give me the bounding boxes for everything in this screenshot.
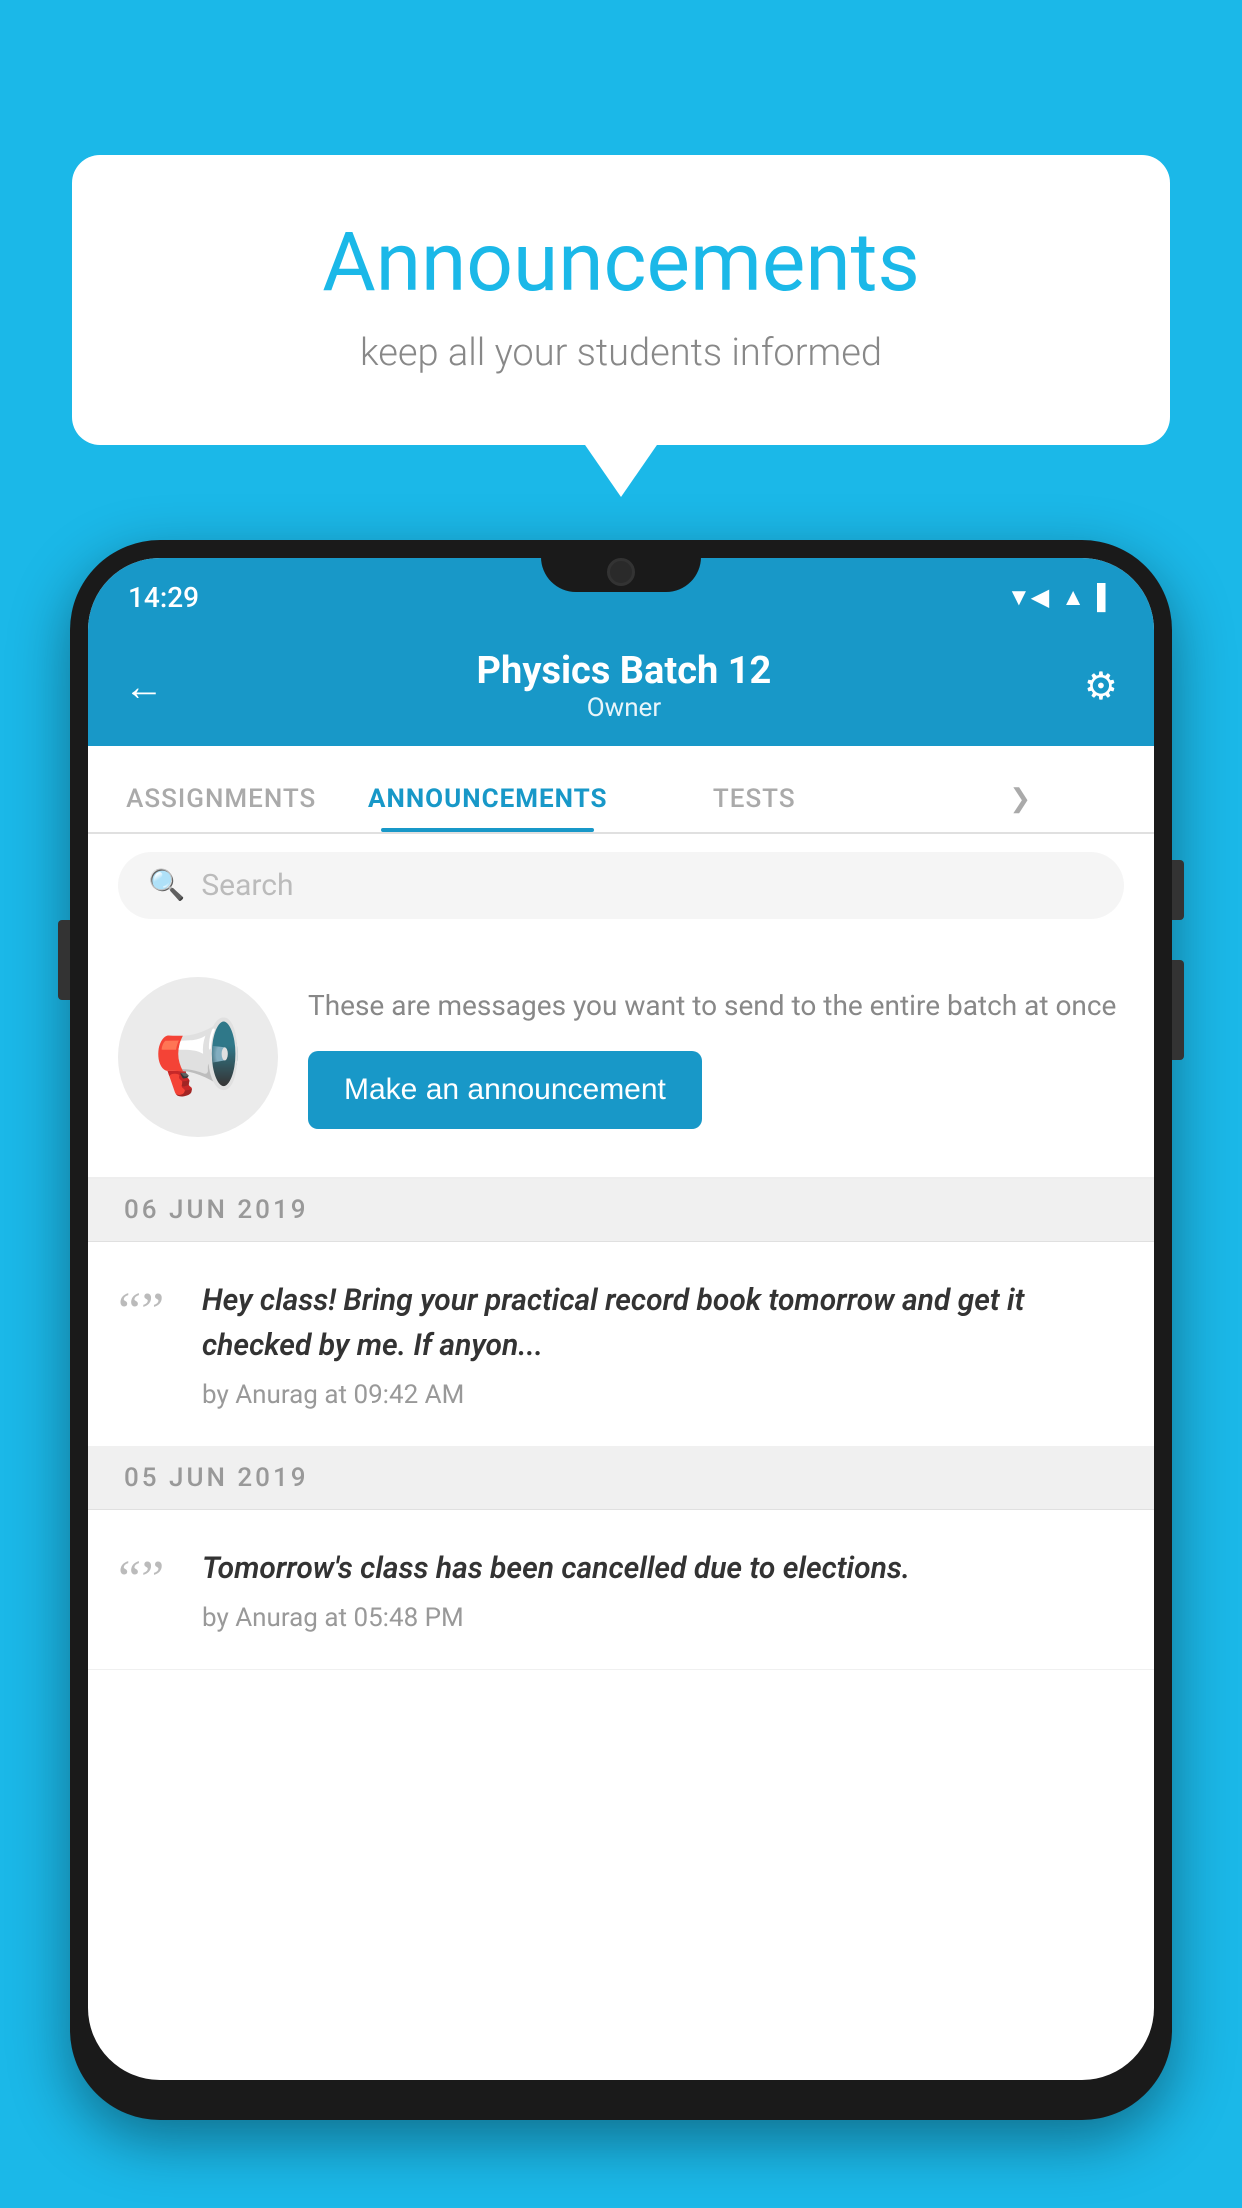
bubble-title: Announcements (122, 215, 1120, 311)
make-announcement-button[interactable]: Make an announcement (308, 1051, 702, 1129)
status-icons: ▼◀ ▲ ▌ (1007, 583, 1114, 612)
bubble-subtitle: keep all your students informed (122, 331, 1120, 375)
battery-icon: ▌ (1097, 583, 1114, 612)
status-time: 14:29 (128, 581, 199, 614)
speech-bubble-container: Announcements keep all your students inf… (72, 155, 1170, 445)
announcement-text-1: Hey class! Bring your practical record b… (202, 1278, 1124, 1368)
tabs-bar: ASSIGNMENTS ANNOUNCEMENTS TESTS ❯ (88, 746, 1154, 834)
search-container: 🔍 Search (88, 834, 1154, 937)
megaphone-icon: 📢 (153, 1015, 243, 1100)
power-button (1172, 860, 1184, 920)
back-button[interactable]: ← (124, 663, 164, 710)
promo-card: 📢 These are messages you want to send to… (88, 937, 1154, 1179)
search-bar[interactable]: 🔍 Search (118, 852, 1124, 919)
tab-more[interactable]: ❯ (888, 784, 1155, 832)
header-center: Physics Batch 12 Owner (477, 649, 772, 723)
announcement-content-2: Tomorrow's class has been cancelled due … (202, 1546, 1124, 1633)
volume-button (58, 920, 70, 1000)
batch-title: Physics Batch 12 (477, 649, 772, 693)
announcement-content-1: Hey class! Bring your practical record b… (202, 1278, 1124, 1410)
wifi-icon: ▼◀ (1007, 583, 1049, 612)
announcement-meta-2: by Anurag at 05:48 PM (202, 1603, 1124, 1633)
tab-tests[interactable]: TESTS (621, 784, 888, 832)
speech-bubble: Announcements keep all your students inf… (72, 155, 1170, 445)
settings-icon[interactable]: ⚙ (1084, 664, 1118, 709)
phone-screen: 14:29 ▼◀ ▲ ▌ ← Physics Batch 12 Owner ⚙ … (88, 558, 1154, 2080)
quote-icon-1: “” (118, 1286, 178, 1338)
signal-icon: ▲ (1061, 583, 1085, 612)
phone-outer: 14:29 ▼◀ ▲ ▌ ← Physics Batch 12 Owner ⚙ … (70, 540, 1172, 2120)
tab-announcements[interactable]: ANNOUNCEMENTS (355, 784, 622, 832)
announcement-item-1[interactable]: “” Hey class! Bring your practical recor… (88, 1242, 1154, 1447)
announcement-text-2: Tomorrow's class has been cancelled due … (202, 1546, 1124, 1591)
date-separator-1: 06 JUN 2019 (88, 1179, 1154, 1242)
tab-assignments[interactable]: ASSIGNMENTS (88, 784, 355, 832)
search-icon: 🔍 (148, 868, 185, 903)
front-camera (607, 558, 635, 586)
volume-down-button (1172, 960, 1184, 1060)
quote-icon-2: “” (118, 1554, 178, 1606)
announcement-item-2[interactable]: “” Tomorrow's class has been cancelled d… (88, 1510, 1154, 1670)
batch-role: Owner (477, 693, 772, 723)
phone-notch (541, 540, 701, 592)
app-header: ← Physics Batch 12 Owner ⚙ (88, 626, 1154, 746)
promo-right: These are messages you want to send to t… (308, 985, 1124, 1129)
promo-description: These are messages you want to send to t… (308, 985, 1124, 1027)
search-placeholder: Search (201, 868, 293, 903)
megaphone-circle: 📢 (118, 977, 278, 1137)
announcement-meta-1: by Anurag at 09:42 AM (202, 1380, 1124, 1410)
date-separator-2: 05 JUN 2019 (88, 1447, 1154, 1510)
phone-container: 14:29 ▼◀ ▲ ▌ ← Physics Batch 12 Owner ⚙ … (70, 540, 1172, 2208)
